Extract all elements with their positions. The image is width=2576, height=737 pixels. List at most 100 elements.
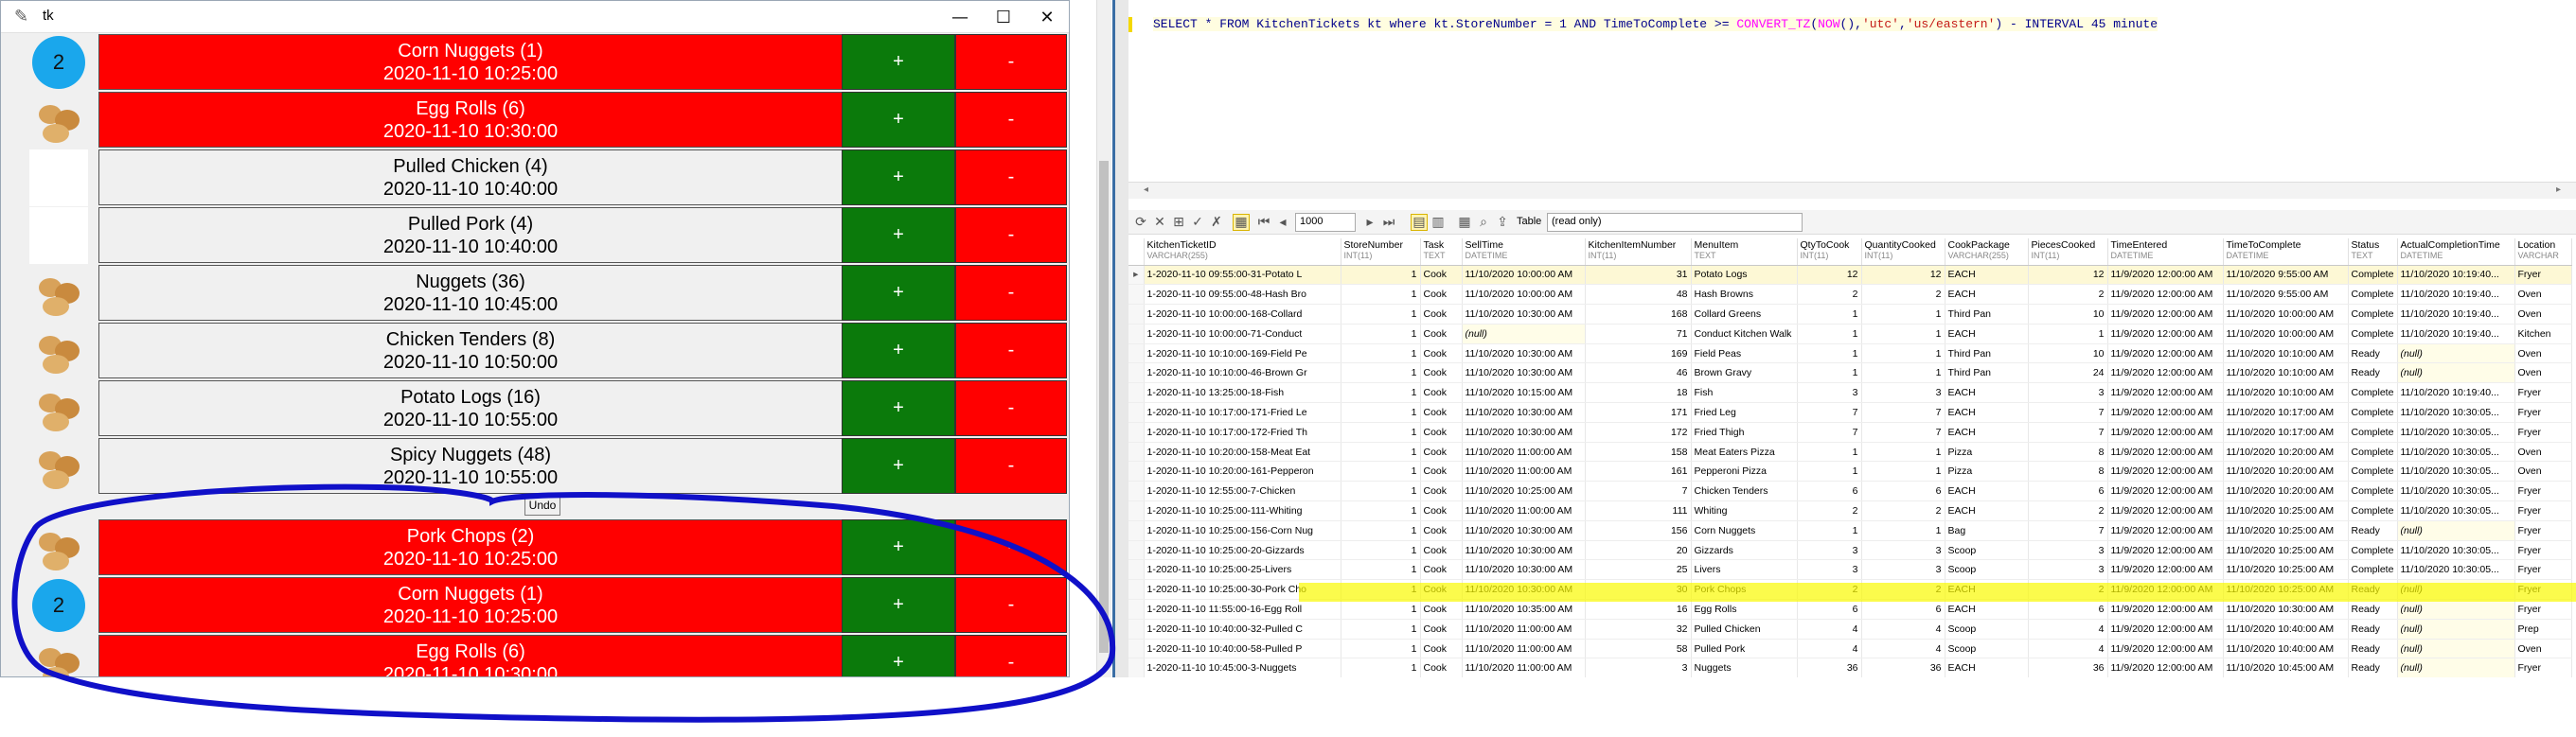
table-cell[interactable]: Cook (1420, 520, 1463, 541)
table-cell[interactable]: 11/10/2020 10:35:00 AM (1462, 599, 1586, 620)
table-cell[interactable]: 11/10/2020 10:30:00 AM (1462, 362, 1586, 384)
table-cell[interactable]: Potato Logs (1691, 265, 1798, 286)
column-header[interactable]: Location VARCHAR (2514, 238, 2572, 266)
table-cell[interactable]: Oven (2514, 442, 2572, 463)
decrement-button[interactable]: - (955, 207, 1067, 263)
table-cell[interactable]: Kitchen (2514, 324, 2572, 344)
table-cell[interactable]: EACH (1945, 382, 2029, 404)
table-cell[interactable]: 2 (1861, 284, 1945, 306)
table-cell[interactable]: 11/10/2020 10:10:00 AM (2223, 362, 2349, 384)
table-cell[interactable]: Fried Leg (1691, 402, 1798, 423)
table-row[interactable]: 1-2020-11-10 10:00:00-71-Conduct 1 Cook (nu… (1128, 324, 2572, 344)
table-cell[interactable]: (null) (2397, 599, 2515, 620)
toggle-grid-icon[interactable]: ▦ (1233, 214, 1250, 231)
table-cell[interactable]: Fryer (2514, 559, 2572, 581)
table-cell[interactable]: 1-2020-11-10 10:20:00-161-Pepperon (1144, 461, 1341, 483)
ticket-button[interactable]: Egg Rolls (6) 2020-11-10 10:30:00 (98, 635, 843, 676)
table-cell[interactable]: Third Pan (1945, 343, 2029, 364)
table-cell[interactable]: 7 (2028, 520, 2108, 541)
table-cell[interactable]: Ready (2348, 362, 2398, 384)
table-cell[interactable]: 11/10/2020 10:10:00 AM (2223, 343, 2349, 364)
table-cell[interactable]: 11/9/2020 12:00:00 AM (2107, 481, 2224, 502)
table-cell[interactable]: 1 (1341, 362, 1421, 384)
table-cell[interactable]: 25 (1585, 559, 1692, 581)
table-cell[interactable]: 31 (1585, 265, 1692, 286)
table-cell[interactable]: Complete (2348, 324, 2398, 344)
increment-button[interactable]: + (842, 635, 955, 676)
table-cell[interactable]: Complete (2348, 559, 2398, 581)
table-cell[interactable]: 1-2020-11-10 10:40:00-58-Pulled P (1144, 639, 1341, 659)
table-cell[interactable]: 11/9/2020 12:00:00 AM (2107, 559, 2224, 581)
table-cell[interactable]: Complete (2348, 304, 2398, 325)
table-cell[interactable]: 11/9/2020 12:00:00 AM (2107, 540, 2224, 561)
table-cell[interactable]: 4 (1797, 639, 1862, 659)
table-cell[interactable]: 1 (1797, 343, 1862, 364)
table-cell[interactable]: 11/10/2020 11:00:00 AM (1462, 619, 1586, 640)
increment-button[interactable]: + (842, 92, 955, 148)
table-cell[interactable]: Pizza (1945, 461, 2029, 483)
table-cell[interactable]: 11/9/2020 12:00:00 AM (2107, 402, 2224, 423)
table-cell[interactable]: Complete (2348, 284, 2398, 306)
table-cell[interactable]: 1-2020-11-10 10:25:00-156-Corn Nug (1144, 520, 1341, 541)
sql-query-text[interactable]: SELECT * FROM KitchenTickets kt where kt… (1153, 17, 2159, 31)
table-cell[interactable]: 11/10/2020 10:17:00 AM (2223, 402, 2349, 423)
table-cell[interactable]: 58 (1585, 639, 1692, 659)
table-cell[interactable]: Cook (1420, 559, 1463, 581)
table-cell[interactable]: (null) (2397, 639, 2515, 659)
grid-icon[interactable]: ⊞ (1170, 214, 1187, 231)
scroll-left-icon[interactable]: ◂ (1144, 184, 1148, 195)
table-cell[interactable]: Cook (1420, 619, 1463, 640)
table-cell[interactable]: (null) (2397, 362, 2515, 384)
table-cell[interactable]: 11/10/2020 10:30:00 AM (1462, 402, 1586, 423)
table-cell[interactable]: Cook (1420, 362, 1463, 384)
table-cell[interactable]: 11/10/2020 10:25:00 AM (2223, 520, 2349, 541)
table-cell[interactable]: 11/10/2020 10:20:00 AM (2223, 461, 2349, 483)
table-cell[interactable]: Pepperoni Pizza (1691, 461, 1798, 483)
table-cell[interactable]: 36 (2028, 658, 2108, 677)
table-cell[interactable]: Cook (1420, 639, 1463, 659)
table-cell[interactable]: 11/9/2020 12:00:00 AM (2107, 599, 2224, 620)
table-cell[interactable]: 1-2020-11-10 10:00:00-71-Conduct (1144, 324, 1341, 344)
table-cell[interactable]: 11/10/2020 10:30:05... (2397, 540, 2515, 561)
decrement-button[interactable]: - (955, 323, 1067, 378)
table-cell[interactable]: 24 (2028, 362, 2108, 384)
column-header[interactable]: MenuItem TEXT (1691, 238, 1798, 266)
table-cell[interactable]: 1-2020-11-10 10:20:00-158-Meat Eat (1144, 442, 1341, 463)
table-cell[interactable]: 11/10/2020 10:19:40... (2397, 265, 2515, 286)
scroll-right-icon[interactable]: ▸ (2556, 184, 2561, 195)
table-cell[interactable]: 2 (1797, 284, 1862, 306)
table-cell[interactable]: Third Pan (1945, 304, 2029, 325)
table-cell[interactable]: 1 (1341, 520, 1421, 541)
table-cell[interactable]: 11/9/2020 12:00:00 AM (2107, 284, 2224, 306)
table-cell[interactable]: 11/10/2020 10:45:00 AM (2223, 658, 2349, 677)
table-cell[interactable]: Oven (2514, 304, 2572, 325)
table-cell[interactable]: 46 (1585, 362, 1692, 384)
table-cell[interactable]: EACH (1945, 324, 2029, 344)
export-icon[interactable]: ⇪ (1494, 214, 1511, 231)
decrement-button[interactable]: - (955, 265, 1067, 321)
table-cell[interactable]: (null) (2397, 658, 2515, 677)
table-cell[interactable]: 11/10/2020 11:00:00 AM (1462, 639, 1586, 659)
table-cell[interactable]: Scoop (1945, 619, 2029, 640)
table-cell[interactable]: 4 (1797, 619, 1862, 640)
table-cell[interactable]: 11/10/2020 10:40:00 AM (2223, 619, 2349, 640)
increment-button[interactable]: + (842, 207, 955, 263)
column-header[interactable]: TimeEntered DATETIME (2107, 238, 2224, 266)
table-row[interactable]: 1-2020-11-10 09:55:00-48-Hash Bro 1 Cook 11… (1128, 284, 2572, 306)
table-row[interactable]: 1-2020-11-10 10:25:00-20-Gizzards 1 Cook 11… (1128, 540, 2572, 561)
ticket-button[interactable]: Corn Nuggets (1) 2020-11-10 10:25:00 (98, 577, 843, 633)
table-cell[interactable]: 71 (1585, 324, 1692, 344)
table-cell[interactable]: Egg Rolls (1691, 599, 1798, 620)
table-row[interactable]: 1-2020-11-10 10:20:00-161-Pepperon 1 Cook 1… (1128, 461, 2572, 483)
table-cell[interactable]: 11/9/2020 12:00:00 AM (2107, 343, 2224, 364)
table-cell[interactable]: 11/10/2020 10:30:00 AM (1462, 304, 1586, 325)
apply-icon[interactable]: ✓ (1189, 214, 1206, 231)
table-cell[interactable]: 11/10/2020 10:30:05... (2397, 442, 2515, 463)
table-cell[interactable]: 11/9/2020 12:00:00 AM (2107, 619, 2224, 640)
table-row[interactable]: 1-2020-11-10 10:25:00-156-Corn Nug 1 Cook 1… (1128, 520, 2572, 541)
table-cell[interactable]: 11/10/2020 11:00:00 AM (1462, 658, 1586, 677)
table-cell[interactable]: Cook (1420, 343, 1463, 364)
table-cell[interactable]: Scoop (1945, 540, 2029, 561)
table-cell[interactable]: Scoop (1945, 639, 2029, 659)
table-cell[interactable]: Complete (2348, 481, 2398, 502)
